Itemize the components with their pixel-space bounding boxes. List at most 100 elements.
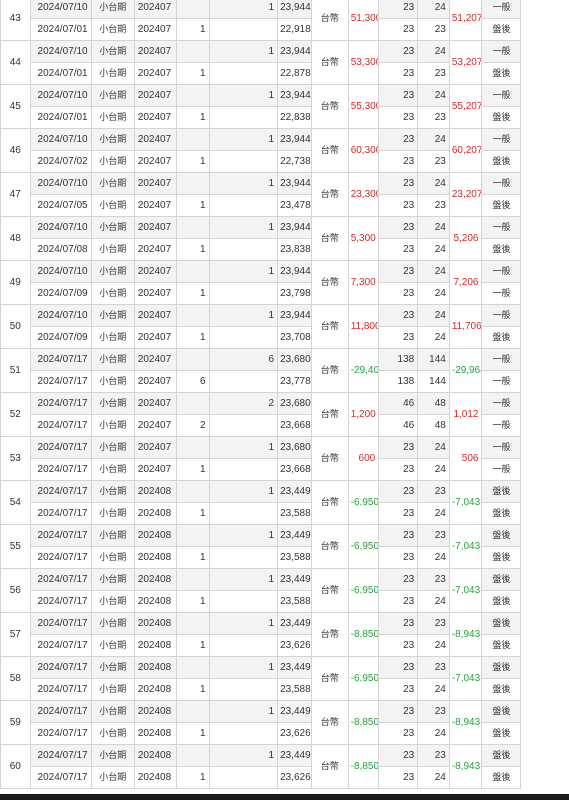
table-row: 2024/07/08 小台期 202407 1 23,838 23 24 盤後 [1,238,569,261]
transaction-tax: 23 [417,62,450,85]
session-tag: 盤後 [481,634,522,657]
transaction-tax: 23 [417,700,450,723]
trade-date: 2024/07/01 [29,106,92,129]
trade-price: 23,944 [277,128,312,151]
table-row: 60 2024/07/17 小台期 202408 1 23,449 台幣 -8,850 23 23… [0,744,569,789]
trade-price: 23,588 [277,590,312,613]
table-row: 45 2024/07/10 小台期 202407 1 23,944 台幣 55,300 23 24… [0,84,569,129]
session-tag: 盤後 [481,590,522,613]
table-row: 2024/07/17 小台期 202408 1 23,588 23 24 盤後 [1,590,569,613]
trade-price: 23,449 [277,568,312,591]
sell-quantity: 1 [208,524,279,547]
trade-date: 2024/07/17 [29,612,92,635]
transaction-tax: 24 [417,0,450,19]
transaction-tax: 24 [417,634,450,657]
product-name: 小台期 [90,18,135,41]
product-name: 小台期 [90,0,135,19]
group-number: 48 [0,216,31,261]
currency: 台幣 [310,128,349,173]
buy-quantity: 1 [175,766,210,789]
commission-fee: 23 [378,590,419,613]
buy-quantity [175,480,210,503]
trade-date: 2024/07/17 [29,722,92,745]
currency: 台幣 [310,40,349,85]
table-row: 2024/07/01 小台期 202407 1 22,838 23 23 盤後 [1,106,569,129]
trade-date: 2024/07/17 [29,590,92,613]
buy-quantity: 1 [175,722,210,745]
buy-quantity [175,40,210,63]
trade-date: 2024/07/02 [29,150,92,173]
session-tag: 盤後 [481,656,522,679]
trade-table-body: 43 2024/07/10 小台期 202407 1 23,944 台幣 51,300 23 24… [0,0,569,789]
commission-fee: 23 [378,128,419,151]
sell-quantity: 1 [208,128,279,151]
contract-month: 202408 [133,612,177,635]
buy-quantity [175,656,210,679]
trade-price: 23,449 [277,524,312,547]
buy-quantity: 1 [175,590,210,613]
session-tag: 盤後 [481,612,522,635]
table-row: 2024/07/09 小台期 202407 1 23,798 23 24 一般 [1,282,569,305]
session-tag: 盤後 [481,238,522,261]
profit-loss: -8,850 [347,700,380,745]
sell-quantity: 6 [208,348,279,371]
buy-quantity [175,128,210,151]
trade-date: 2024/07/08 [29,238,92,261]
currency: 台幣 [310,568,349,613]
buy-quantity [175,568,210,591]
trade-date: 2024/07/17 [29,480,92,503]
product-name: 小台期 [90,238,135,261]
currency: 台幣 [310,656,349,701]
trade-date: 2024/07/10 [29,128,92,151]
table-row: 2024/07/02 小台期 202407 1 22,738 23 23 盤後 [1,150,569,173]
session-tag: 一般 [481,216,522,239]
currency: 台幣 [310,172,349,217]
net-profit-loss: -7,043 [448,568,483,613]
transaction-tax: 24 [417,458,450,481]
commission-fee: 23 [378,172,419,195]
sell-quantity [208,326,279,349]
buy-quantity [175,84,210,107]
trade-date: 2024/07/17 [29,634,92,657]
contract-month: 202408 [133,568,177,591]
trade-price: 22,738 [277,150,312,173]
commission-fee: 23 [378,282,419,305]
trade-date: 2024/07/09 [29,326,92,349]
transaction-tax: 24 [417,502,450,525]
trade-price: 22,838 [277,106,312,129]
contract-month: 202407 [133,370,177,393]
product-name: 小台期 [90,590,135,613]
transaction-tax: 24 [417,304,450,327]
trade-price: 23,449 [277,744,312,767]
profit-loss: 51,300 [347,0,380,41]
contract-month: 202408 [133,502,177,525]
sell-quantity [208,502,279,525]
profit-loss: -8,850 [347,744,380,789]
sell-quantity: 1 [208,304,279,327]
session-tag: 一般 [481,0,522,19]
group-number: 53 [0,436,31,481]
contract-month: 202407 [133,348,177,371]
profit-loss: 7,300 [347,260,380,305]
trade-date: 2024/07/10 [29,40,92,63]
group-number: 46 [0,128,31,173]
transaction-tax: 23 [417,524,450,547]
commission-fee: 23 [378,656,419,679]
transaction-tax: 23 [417,18,450,41]
commission-fee: 23 [378,238,419,261]
currency: 台幣 [310,744,349,789]
group-number: 58 [0,656,31,701]
buy-quantity [175,524,210,547]
trade-price: 23,798 [277,282,312,305]
trade-price: 23,944 [277,0,312,19]
buy-quantity: 1 [175,502,210,525]
currency: 台幣 [310,700,349,745]
commission-fee: 138 [378,348,419,371]
sell-quantity: 1 [208,436,279,459]
sell-quantity: 1 [208,172,279,195]
trade-price: 23,680 [277,436,312,459]
product-name: 小台期 [90,634,135,657]
buy-quantity: 1 [175,282,210,305]
currency: 台幣 [310,436,349,481]
table-row: 2024/07/17 小台期 202408 1 23,626 23 24 盤後 [1,634,569,657]
